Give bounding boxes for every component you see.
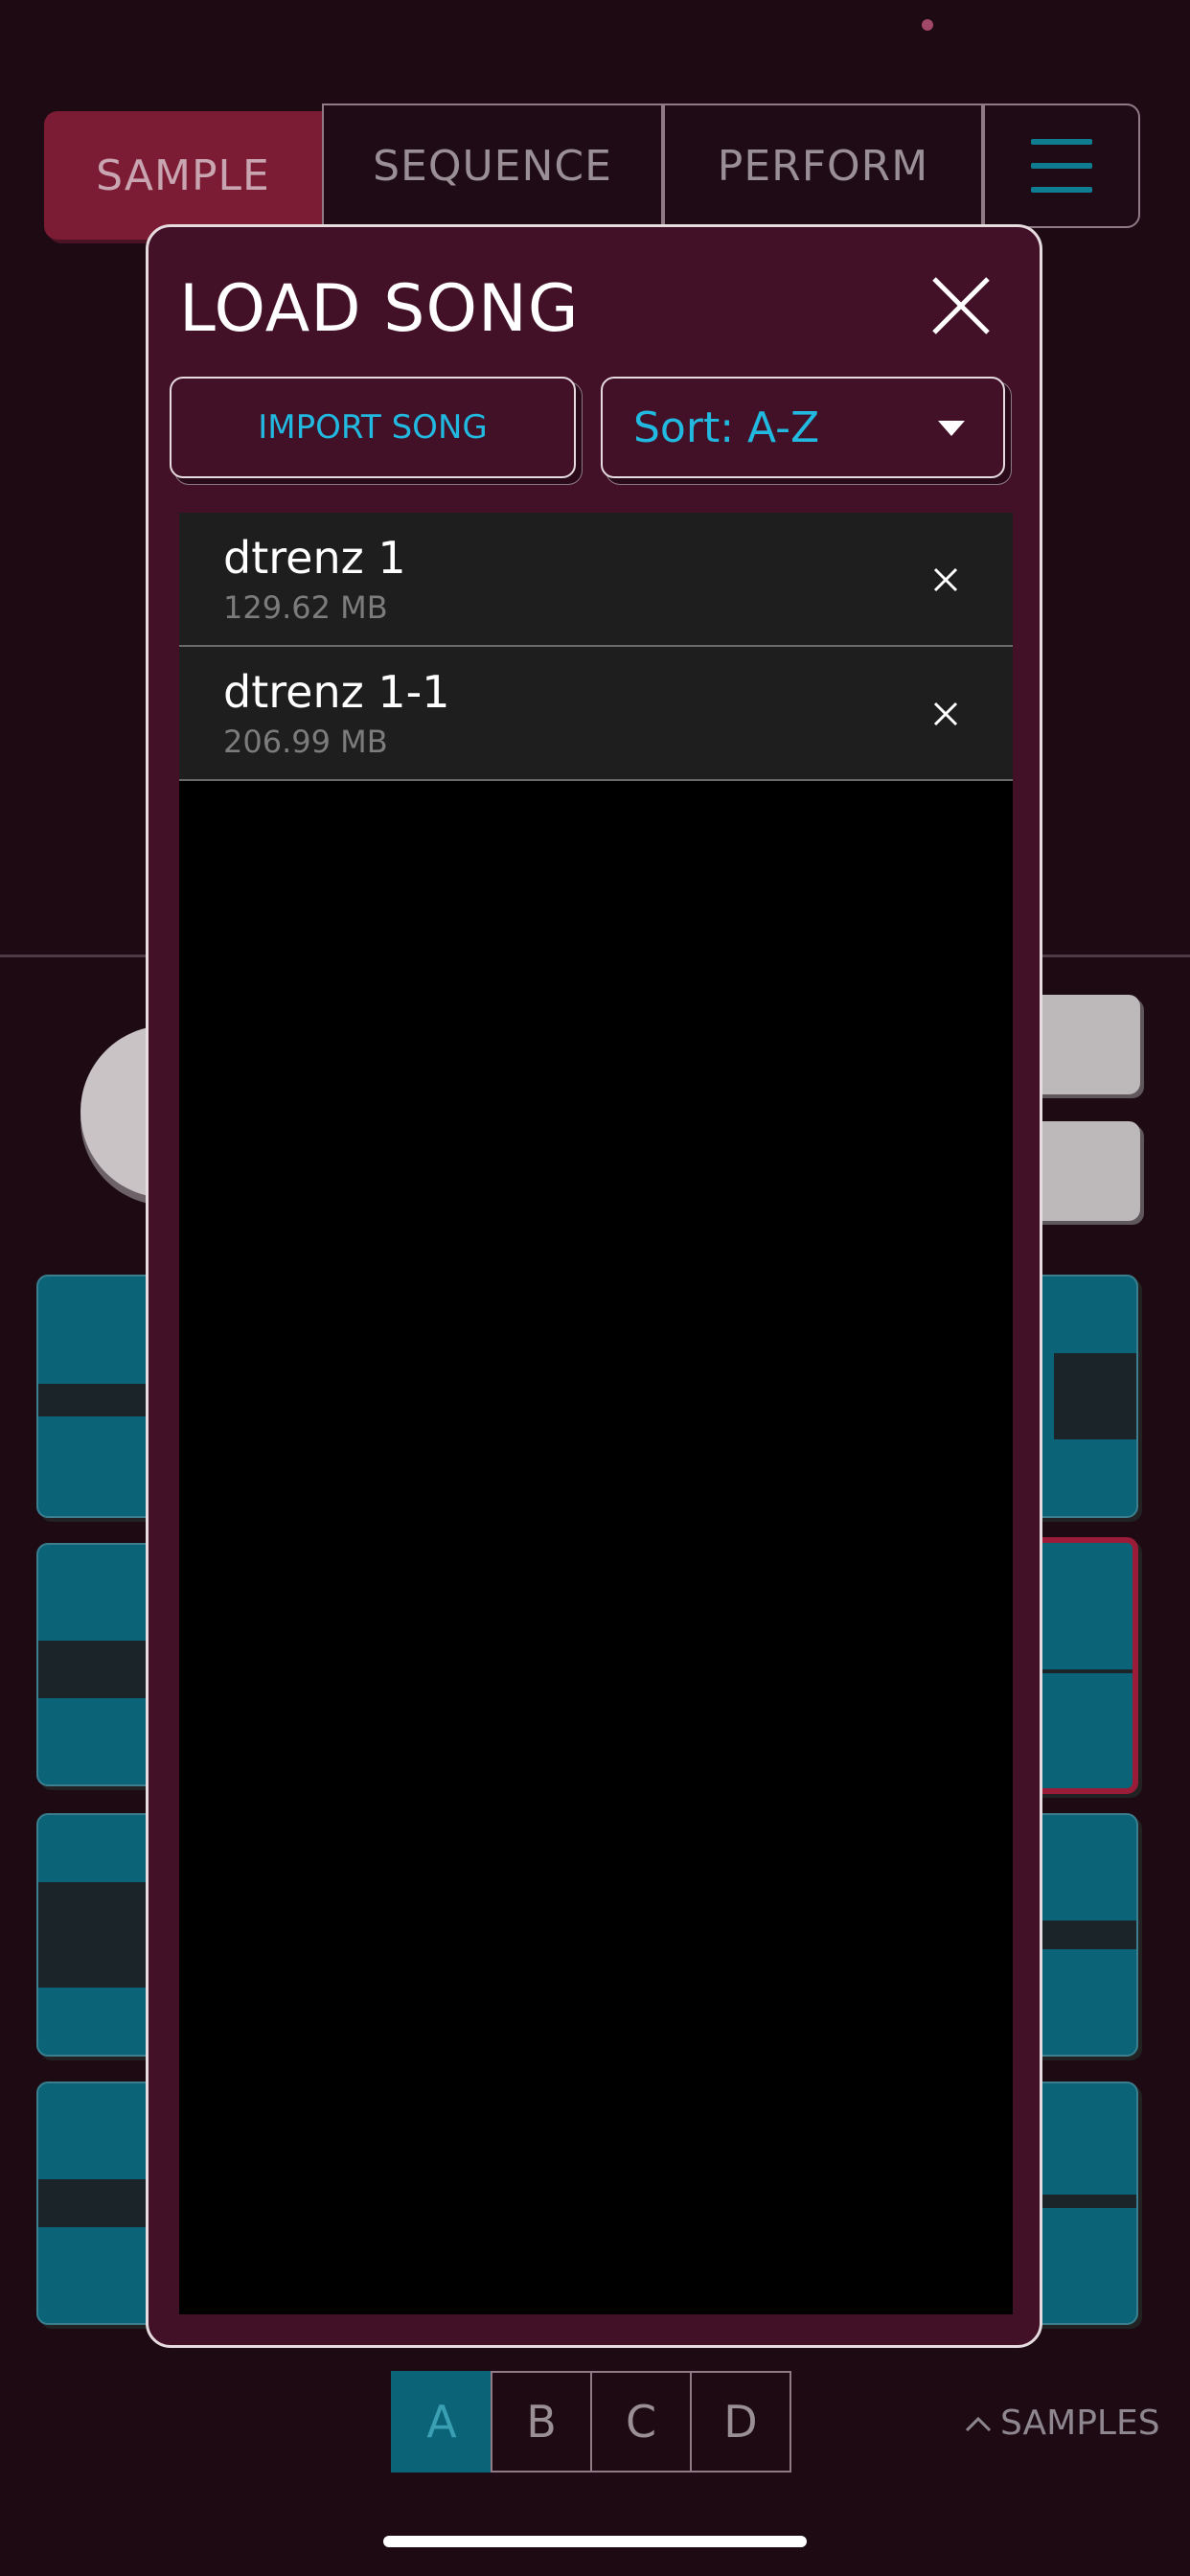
sort-dropdown[interactable]: Sort: A-Z [601,377,1005,478]
tab-perform[interactable]: PERFORM [663,104,983,228]
import-song-label: IMPORT SONG [258,408,488,447]
status-indicator-dot [922,19,933,31]
mode-tab-bar: SAMPLE SEQUENCE PERFORM [44,104,1140,240]
song-row[interactable]: dtrenz 1-1 206.99 MB [179,647,1013,781]
home-indicator[interactable] [383,2536,807,2547]
close-icon [933,567,958,592]
close-icon [933,702,958,726]
tab-sequence[interactable]: SEQUENCE [322,104,663,228]
samples-toggle[interactable]: SAMPLES [964,2404,1160,2443]
song-size: 129.62 MB [223,589,388,626]
song-list: dtrenz 1 129.62 MB dtrenz 1-1 206.99 MB [179,513,1013,2314]
song-row[interactable]: dtrenz 1 129.62 MB [179,513,1013,647]
sort-label: Sort: A-Z [633,402,820,452]
load-song-modal: LOAD SONG IMPORT SONG Sort: A-Z dtrenz 1… [146,224,1042,2348]
modal-title: LOAD SONG [179,271,580,347]
bank-c-button[interactable]: C [590,2371,692,2472]
hamburger-menu-icon [1031,139,1092,193]
bank-b-button[interactable]: B [491,2371,592,2472]
bank-a-button[interactable]: A [391,2371,492,2472]
import-song-button[interactable]: IMPORT SONG [170,377,576,478]
bank-selector: A B C D [391,2371,795,2476]
tab-sample[interactable]: SAMPLE [44,111,322,240]
close-icon [932,277,990,334]
song-name: dtrenz 1 [223,532,406,584]
song-name: dtrenz 1-1 [223,666,450,718]
bank-d-button[interactable]: D [690,2371,791,2472]
delete-song-button[interactable] [932,701,959,727]
song-size: 206.99 MB [223,724,388,760]
delete-song-button[interactable] [932,566,959,593]
caret-down-icon [938,421,965,436]
close-button[interactable] [930,275,992,336]
menu-button[interactable] [983,104,1140,228]
chevron-up-icon [965,2416,992,2431]
app-screen: SAMPLE SEQUENCE PERFORM E A B C D SAMPLE… [0,0,1190,2576]
samples-toggle-label: SAMPLES [1000,2404,1160,2443]
